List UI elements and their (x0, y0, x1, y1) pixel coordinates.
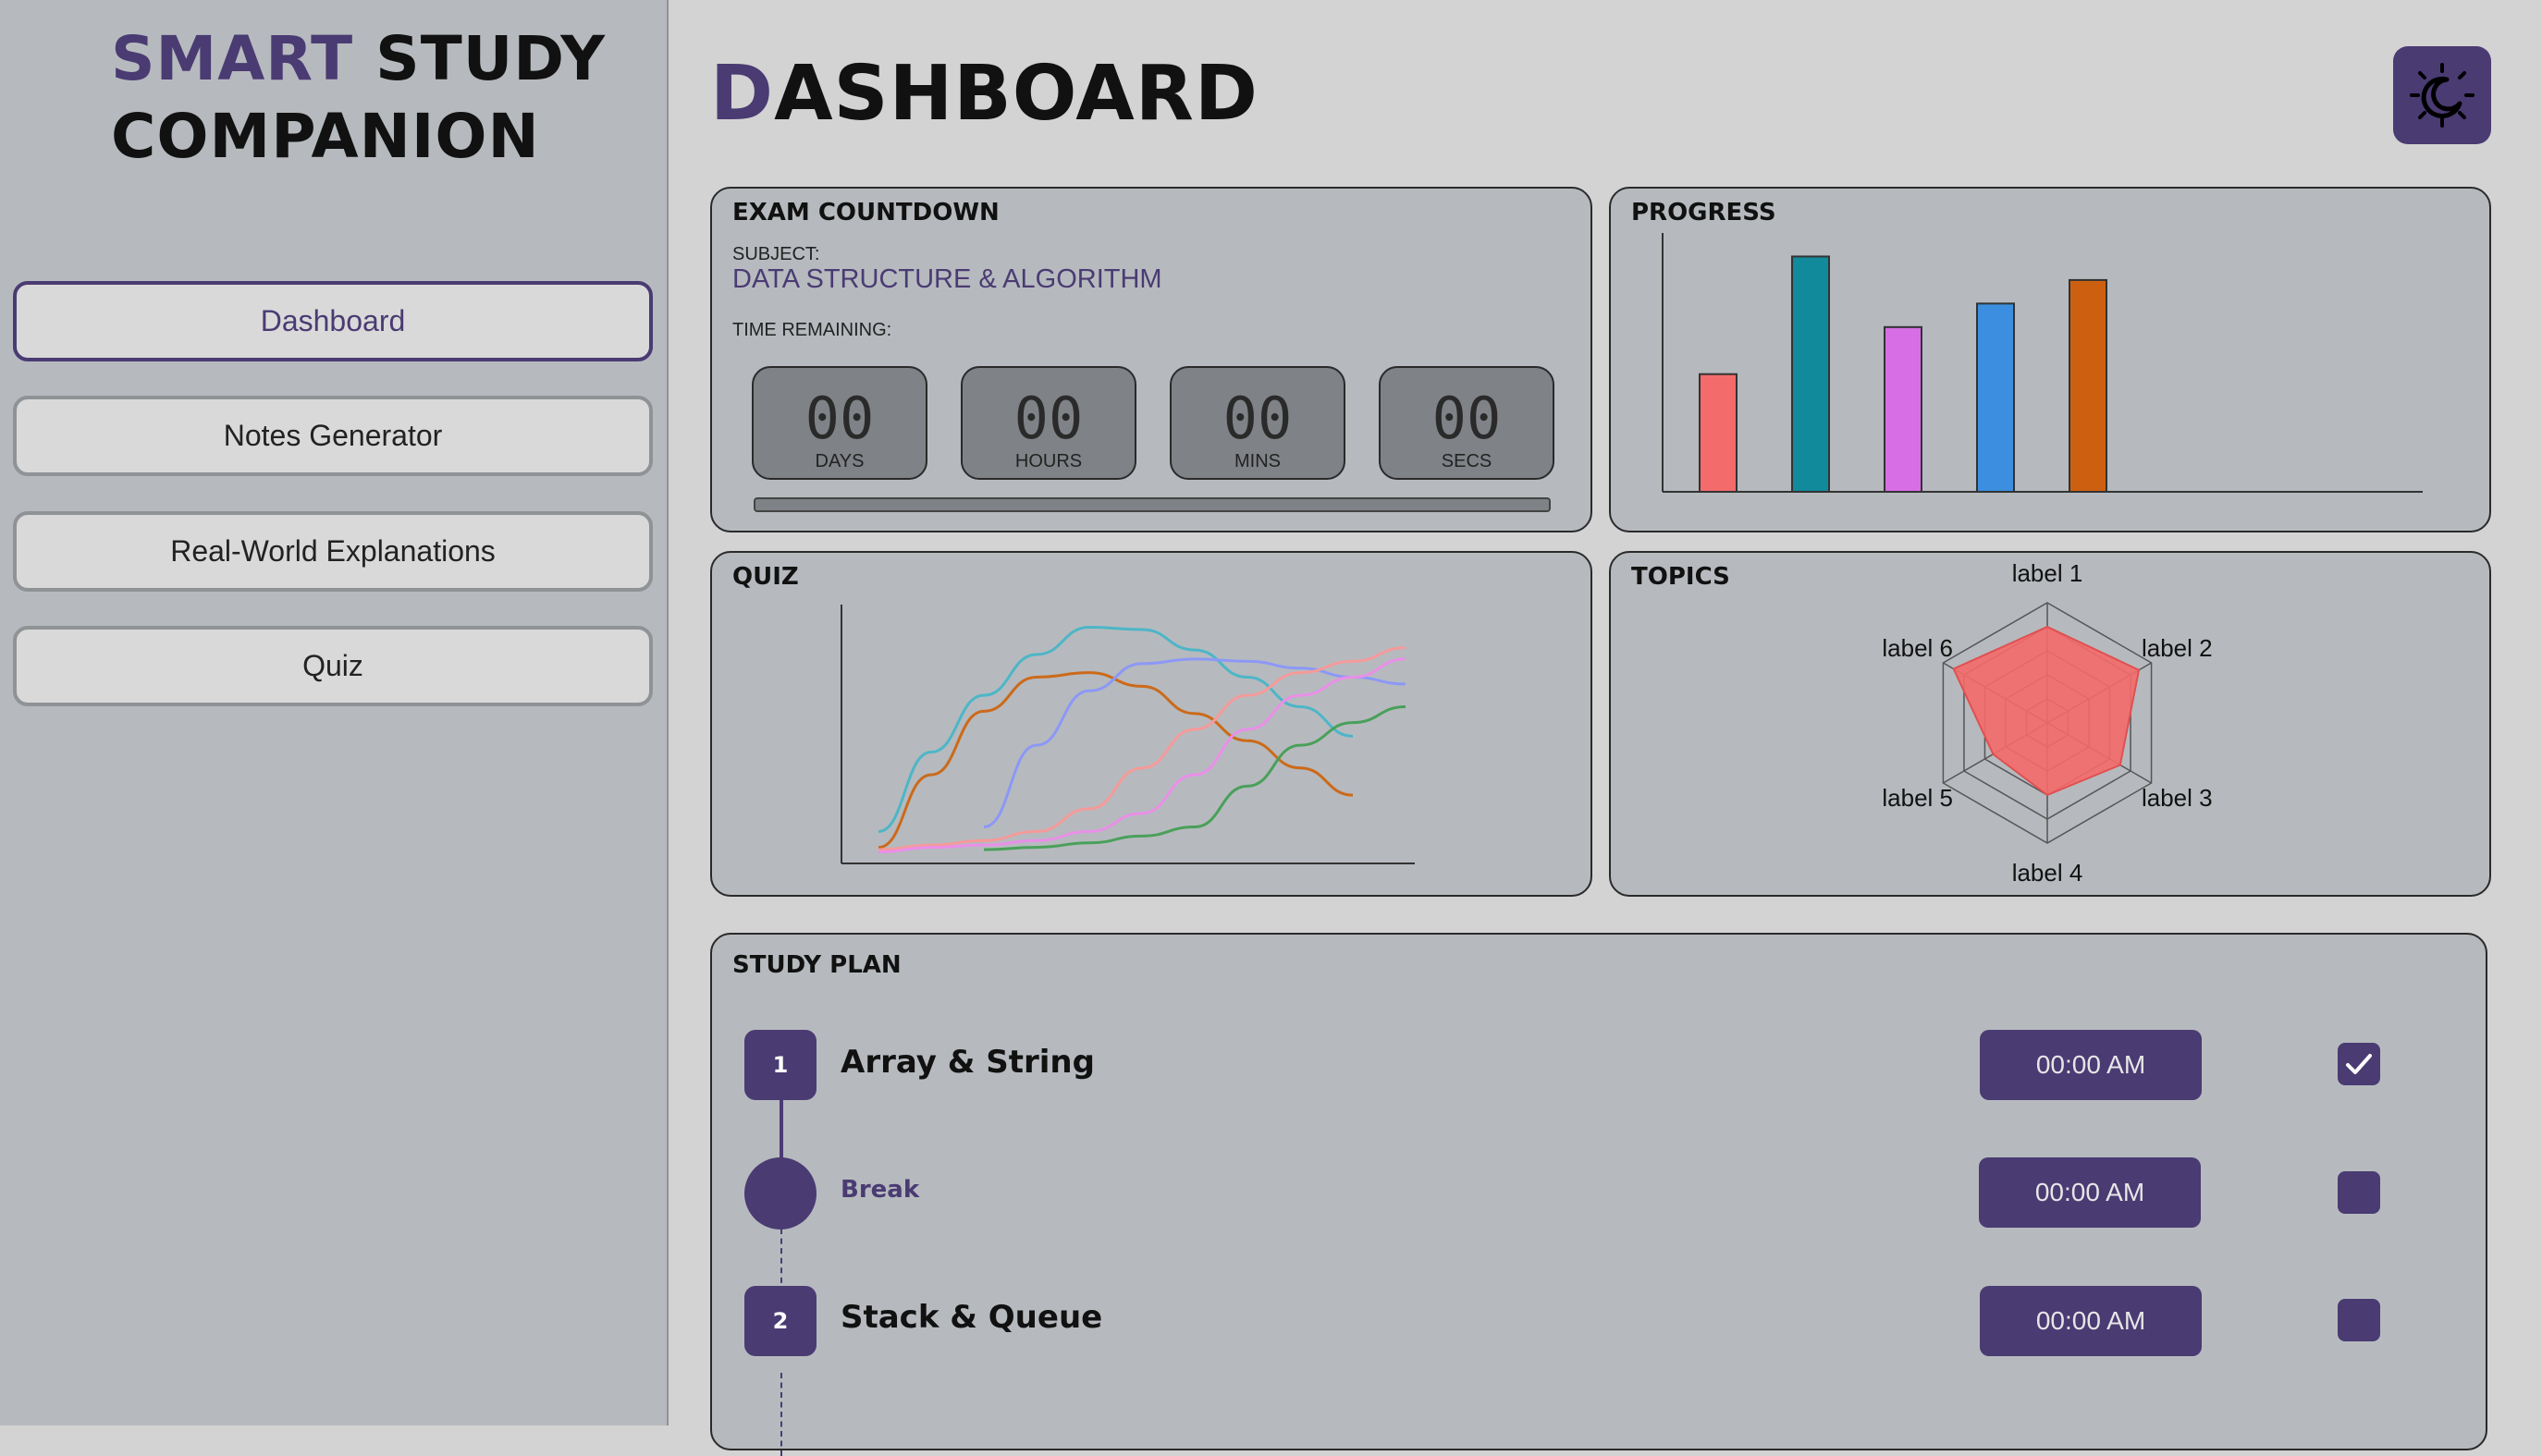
nav-dashboard-button[interactable]: Dashboard (13, 281, 653, 361)
series-line (878, 646, 1406, 851)
nav-quiz-button[interactable]: Quiz (13, 626, 653, 706)
radar-axis-label: label 6 (1882, 634, 1953, 662)
plan-step-number: 2 (744, 1286, 817, 1356)
brand-word-companion: COMPANION (111, 101, 540, 172)
subject-label: SUBJECT: (732, 244, 820, 264)
bar (1884, 325, 1922, 493)
countdown-hours: 00 HOURS (961, 366, 1136, 480)
quiz-card: QUIZ (710, 551, 1592, 897)
countdown-days-value: 00 (804, 385, 875, 452)
radar-axis-label: label 5 (1882, 784, 1953, 812)
study-plan-card: STUDY PLAN 1 Array & String 00:00 AM Bre… (710, 933, 2487, 1456)
radar-axis-label: label 3 (2142, 784, 2213, 812)
checkmark-icon (2346, 1054, 2372, 1074)
topics-radar-chart: label 1 label 2 label 3 label 4 label 5 label… (1882, 559, 2213, 887)
plan-complete-checkbox[interactable] (2338, 1171, 2380, 1214)
nav-notes-generator-button[interactable]: Notes Generator (13, 396, 653, 476)
brand-word-smart: SMART (111, 23, 354, 94)
plan-step-number: 1 (744, 1030, 817, 1100)
theme-toggle-button[interactable] (2393, 46, 2491, 144)
countdown-progress-bar (754, 497, 1551, 512)
radar-axis-label: label 4 (2012, 859, 2083, 887)
page-title: DASHBOARD (710, 48, 1259, 141)
plan-item-title: Stack & Queue (841, 1299, 1103, 1336)
countdown-secs: 00 SECS (1379, 366, 1554, 480)
bar (2069, 278, 2107, 493)
bar (1791, 255, 1830, 493)
exam-countdown-title: EXAM COUNTDOWN (732, 199, 1000, 226)
countdown-secs-value: 00 (1431, 385, 1502, 452)
countdown-mins-value: 00 (1222, 385, 1293, 452)
bar (1976, 302, 2015, 494)
plan-complete-checkbox[interactable] (2338, 1043, 2380, 1085)
series-line (878, 657, 1406, 854)
quiz-line-chart (841, 605, 1415, 864)
app-brand: SMART STUDY COMPANION (111, 20, 606, 176)
plan-complete-checkbox[interactable] (2338, 1299, 2380, 1341)
plan-time-button[interactable]: 00:00 AM (1980, 1030, 2202, 1100)
brand-word-study: STUDY (375, 23, 607, 94)
radar-axis-label: label 1 (2012, 559, 2083, 587)
time-remaining-label: TIME REMAINING: (732, 320, 892, 340)
timeline-connector-dashed (780, 1373, 782, 1456)
sidebar: SMART STUDY COMPANION Dashboard Notes Ge… (0, 0, 669, 1425)
countdown-days: 00 DAYS (752, 366, 927, 480)
plan-break-title: Break (841, 1176, 920, 1204)
radar-area (1952, 625, 2141, 797)
bar (1699, 373, 1738, 494)
countdown-mins-label: MINS (1234, 451, 1281, 471)
exam-countdown-card: EXAM COUNTDOWN SUBJECT: DATA STRUCTURE &… (710, 187, 1592, 532)
countdown-hours-label: HOURS (1014, 451, 1083, 471)
radar-axis-label: label 2 (2142, 634, 2213, 662)
countdown-days-label: DAYS (815, 451, 865, 471)
countdown-secs-label: SECS (1441, 451, 1492, 471)
progress-bar-chart (1662, 233, 2423, 494)
subject-value: DATA STRUCTURE & ALGORITHM (732, 264, 1162, 294)
countdown-mins: 00 MINS (1170, 366, 1345, 480)
countdown-hours-value: 00 (1013, 385, 1084, 452)
page-title-rest: ASHBOARD (774, 50, 1259, 138)
series-line (983, 657, 1406, 829)
series-line (878, 626, 1354, 833)
moon-icon (2410, 63, 2474, 128)
main-content: DASHBOARD EXAM COUNTDOWN SUBJECT: DATA S… (669, 0, 2542, 1456)
progress-card: PROGRESS (1609, 187, 2491, 532)
nav-real-world-explanations-button[interactable]: Real-World Explanations (13, 511, 653, 592)
topics-card: TOPICS label 1 label 2 label 3 label 4 label… (1609, 551, 2491, 897)
study-plan-title: STUDY PLAN (732, 951, 902, 979)
plan-time-button[interactable]: 00:00 AM (1980, 1286, 2202, 1356)
plan-item-title: Array & String (841, 1044, 1095, 1081)
page-title-initial: D (710, 50, 775, 138)
plan-time-button[interactable]: 00:00 AM (1979, 1157, 2201, 1228)
break-marker (744, 1157, 817, 1230)
